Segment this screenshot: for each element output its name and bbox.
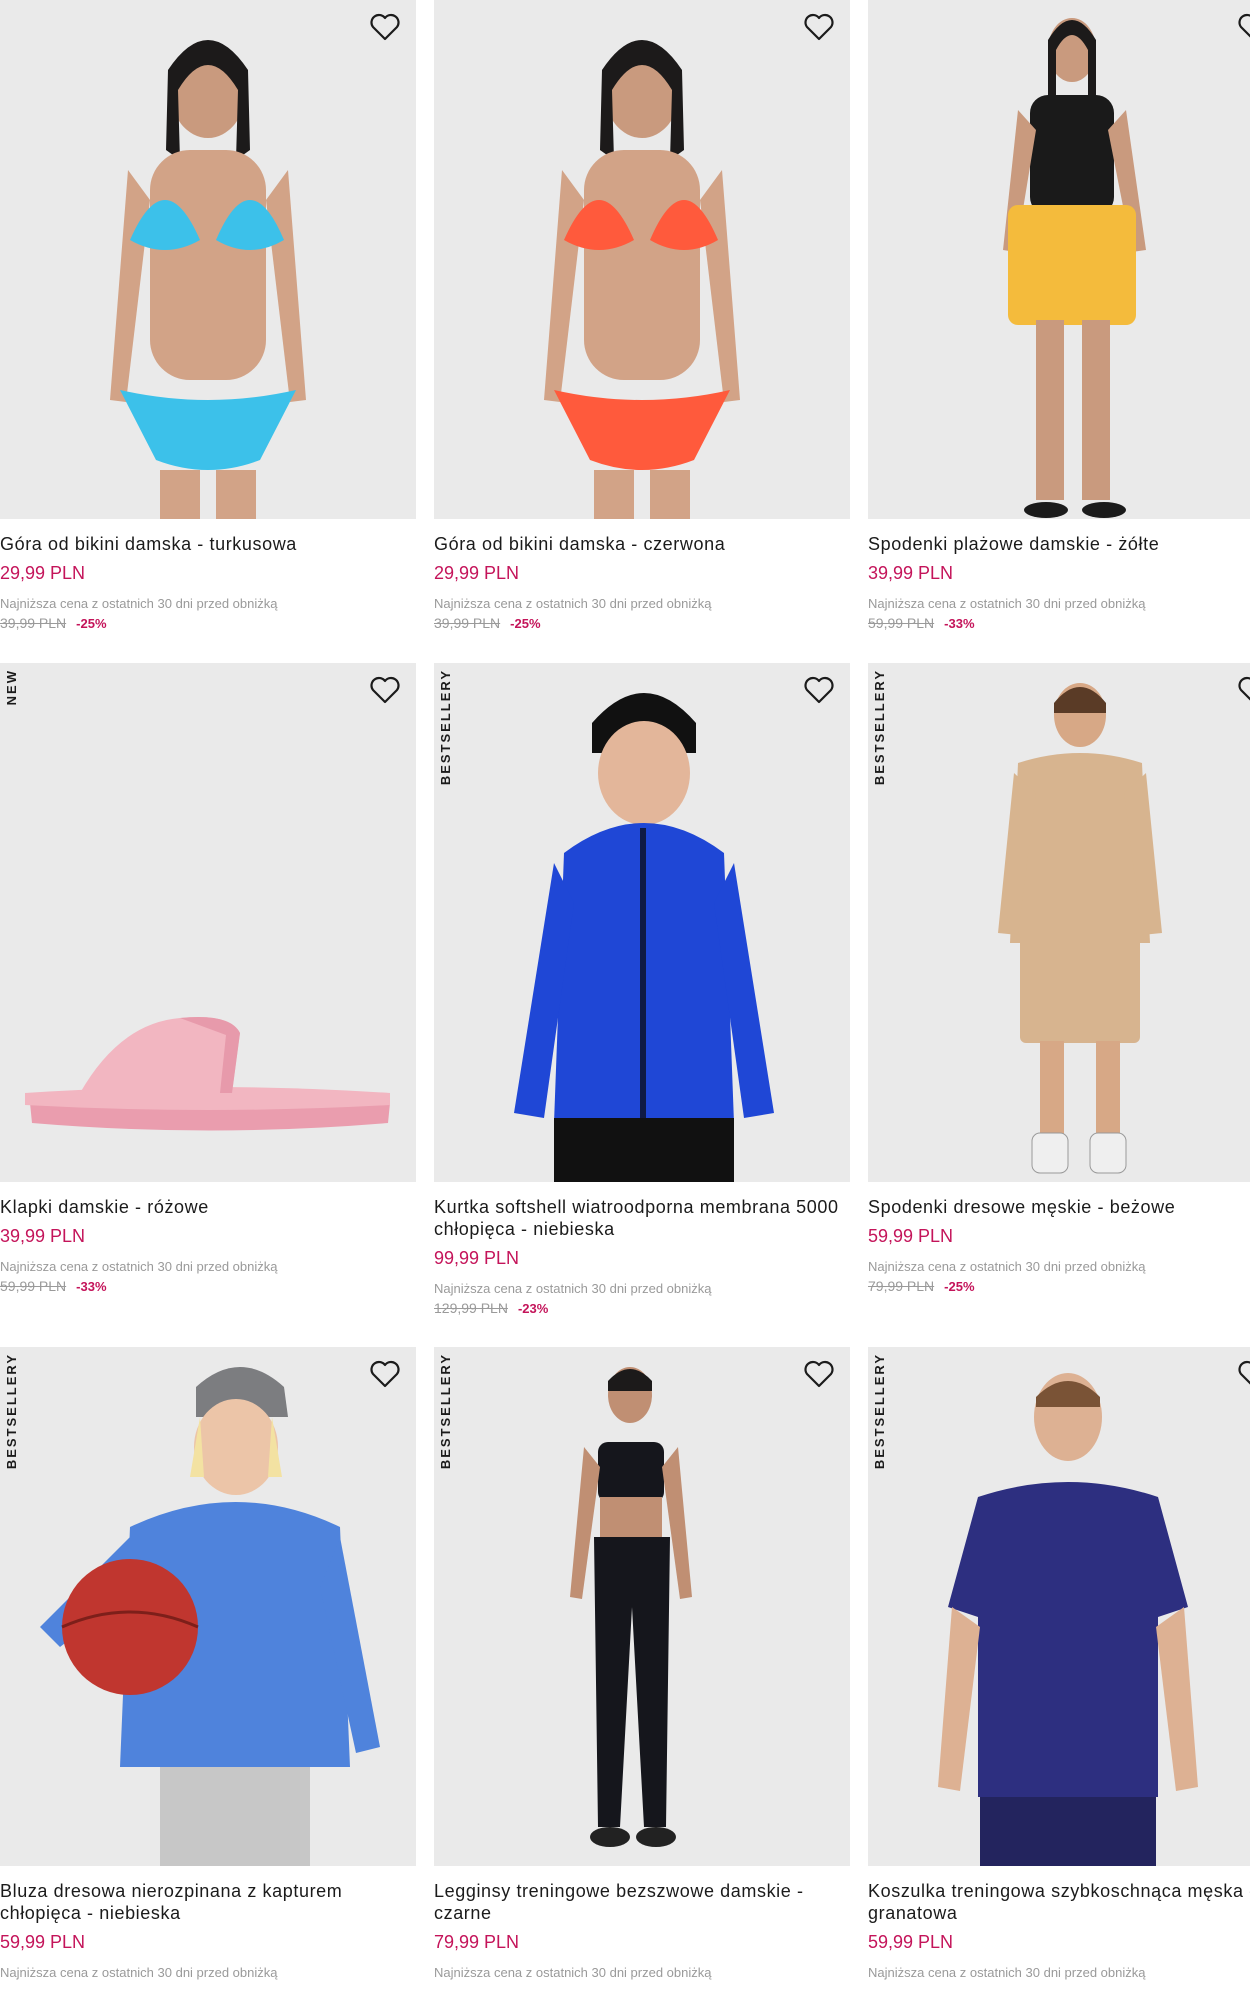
product-photo <box>1003 18 1146 518</box>
product-badge: BESTSELLERY <box>872 669 887 786</box>
product-photo <box>570 1367 692 1847</box>
discount-badge: -33% <box>76 1279 107 1294</box>
discount-badge: -33% <box>944 616 975 631</box>
heart-outline-icon[interactable] <box>1236 12 1250 42</box>
product-name[interactable]: Koszulka treningowa szybkoschnąca męska … <box>868 1880 1250 1924</box>
product-image[interactable] <box>0 0 416 519</box>
product-photo <box>998 683 1162 1174</box>
product-card[interactable]: Góra od bikini damska - turkusowa 29,99 … <box>0 0 416 631</box>
product-image[interactable] <box>434 0 850 519</box>
product-badge: BESTSELLERY <box>438 1353 453 1470</box>
product-photo <box>514 693 774 1182</box>
product-name[interactable]: Spodenki dresowe męskie - beżowe <box>868 1196 1250 1218</box>
product-price: 29,99 PLN <box>0 563 86 583</box>
product-name[interactable]: Legginsy treningowe bezszwowe damskie - … <box>434 1880 850 1924</box>
product-card[interactable]: BESTSELLERY Kurtka softshell wiatroodpor… <box>434 663 850 1316</box>
lowest-price-note: Najniższa cena z ostatnich 30 dni przed … <box>434 1965 712 1980</box>
product-image[interactable]: BESTSELLERY <box>868 1347 1250 1866</box>
product-photo <box>110 40 306 519</box>
discount-badge: -23% <box>517 1301 549 1316</box>
heart-outline-icon[interactable] <box>368 1359 402 1389</box>
product-card[interactable]: BESTSELLERY Bluza dresowa nierozpinana z… <box>0 1347 416 1980</box>
old-price: 39,99 PLN <box>434 615 501 631</box>
product-image[interactable]: NEW <box>0 663 416 1182</box>
product-card[interactable]: BESTSELLERY Legginsy treningowe bezszwow… <box>434 1347 850 1980</box>
heart-outline-icon[interactable] <box>802 12 836 42</box>
lowest-price-note: Najniższa cena z ostatnich 30 dni przed … <box>0 596 278 611</box>
product-price: 99,99 PLN <box>434 1248 520 1268</box>
product-price: 59,99 PLN <box>868 1226 954 1246</box>
product-name[interactable]: Góra od bikini damska - turkusowa <box>0 533 416 555</box>
product-name[interactable]: Kurtka softshell wiatroodporna membrana … <box>434 1196 850 1240</box>
product-badge: BESTSELLERY <box>872 1353 887 1470</box>
lowest-price-note: Najniższa cena z ostatnich 30 dni przed … <box>868 596 1146 611</box>
product-card[interactable]: Spodenki plażowe damskie - żółte 39,99 P… <box>868 0 1250 631</box>
discount-badge: -25% <box>76 616 107 631</box>
old-price: 39,99 PLN <box>0 615 67 631</box>
product-card[interactable]: Góra od bikini damska - czerwona 29,99 P… <box>434 0 850 631</box>
product-image[interactable]: BESTSELLERY <box>434 663 850 1182</box>
old-price: 59,99 PLN <box>0 1278 67 1294</box>
product-grid: Góra od bikini damska - turkusowa 29,99 … <box>0 0 1250 1992</box>
old-price: 79,99 PLN <box>868 1278 935 1294</box>
heart-outline-icon[interactable] <box>1236 1359 1250 1389</box>
product-image[interactable]: BESTSELLERY <box>434 1347 850 1866</box>
old-price: 59,99 PLN <box>868 615 935 631</box>
product-price: 29,99 PLN <box>434 563 520 583</box>
product-image[interactable] <box>868 0 1250 519</box>
product-price: 39,99 PLN <box>0 1226 86 1246</box>
old-price-row: 39,99 PLN -25% <box>434 615 850 631</box>
product-card[interactable]: NEW Klapki damskie - różowe 39,99 PLN Na… <box>0 663 416 1294</box>
heart-outline-icon[interactable] <box>802 675 836 705</box>
heart-outline-icon[interactable] <box>1236 675 1250 705</box>
lowest-price-note: Najniższa cena z ostatnich 30 dni przed … <box>434 1281 712 1296</box>
lowest-price-note: Najniższa cena z ostatnich 30 dni przed … <box>868 1965 1146 1980</box>
old-price-row: 59,99 PLN -33% <box>0 1278 416 1294</box>
discount-badge: -25% <box>944 1279 975 1294</box>
heart-outline-icon[interactable] <box>368 675 402 705</box>
old-price-row: 59,99 PLN -33% <box>868 615 1250 631</box>
product-name[interactable]: Klapki damskie - różowe <box>0 1196 416 1218</box>
lowest-price-note: Najniższa cena z ostatnich 30 dni przed … <box>868 1259 1146 1274</box>
product-name[interactable]: Góra od bikini damska - czerwona <box>434 533 850 555</box>
product-card[interactable]: BESTSELLERY Spodenki dresowe męskie - be… <box>868 663 1250 1294</box>
old-price: 129,99 PLN <box>434 1300 508 1316</box>
product-card[interactable]: BESTSELLERY Koszulka treningowa szybkosc… <box>868 1347 1250 1980</box>
lowest-price-note: Najniższa cena z ostatnich 30 dni przed … <box>434 596 712 611</box>
old-price-row: 129,99 PLN -23% <box>434 1300 850 1316</box>
product-name[interactable]: Spodenki plażowe damskie - żółte <box>868 533 1250 555</box>
old-price-row: 39,99 PLN -25% <box>0 615 416 631</box>
product-photo <box>544 40 740 519</box>
lowest-price-note: Najniższa cena z ostatnich 30 dni przed … <box>0 1965 278 1980</box>
product-photo <box>938 1373 1198 1866</box>
product-price: 79,99 PLN <box>434 1932 520 1952</box>
product-image[interactable]: BESTSELLERY <box>868 663 1250 1182</box>
product-name[interactable]: Bluza dresowa nierozpinana z kapturem ch… <box>0 1880 416 1924</box>
product-photo <box>40 1367 380 1866</box>
old-price-row: 79,99 PLN -25% <box>868 1278 1250 1294</box>
product-price: 59,99 PLN <box>868 1932 954 1952</box>
product-price: 59,99 PLN <box>0 1932 86 1952</box>
product-price: 39,99 PLN <box>868 563 954 583</box>
lowest-price-note: Najniższa cena z ostatnich 30 dni przed … <box>0 1259 278 1274</box>
heart-outline-icon[interactable] <box>802 1359 836 1389</box>
product-image[interactable]: BESTSELLERY <box>0 1347 416 1866</box>
product-badge: BESTSELLERY <box>438 669 453 786</box>
product-photo <box>25 1017 390 1131</box>
heart-outline-icon[interactable] <box>368 12 402 42</box>
discount-badge: -25% <box>510 616 541 631</box>
product-badge: BESTSELLERY <box>4 1353 19 1470</box>
product-badge: NEW <box>4 669 19 706</box>
